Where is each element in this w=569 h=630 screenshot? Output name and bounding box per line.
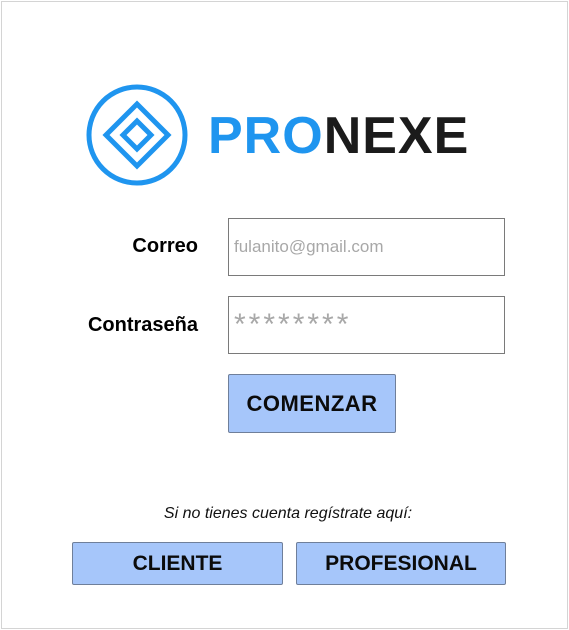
login-panel: PRONEXE Correo Contraseña ******** COMEN… — [1, 1, 568, 629]
register-professional-button[interactable]: PROFESIONAL — [296, 542, 506, 585]
register-client-button[interactable]: CLIENTE — [72, 542, 283, 585]
brand-name-part2: NEXE — [323, 107, 470, 165]
password-label: Contraseña — [87, 314, 198, 336]
brand-name: PRONEXE — [208, 106, 469, 166]
register-prompt: Si no tienes cuenta regístrate aquí: — [163, 505, 413, 522]
email-label: Correo — [132, 235, 198, 257]
logo-icon — [86, 84, 188, 186]
start-button[interactable]: COMENZAR — [228, 374, 396, 433]
password-field[interactable]: ******** — [228, 296, 505, 354]
brand-name-part1: PRO — [208, 107, 324, 165]
email-field[interactable] — [228, 218, 505, 276]
